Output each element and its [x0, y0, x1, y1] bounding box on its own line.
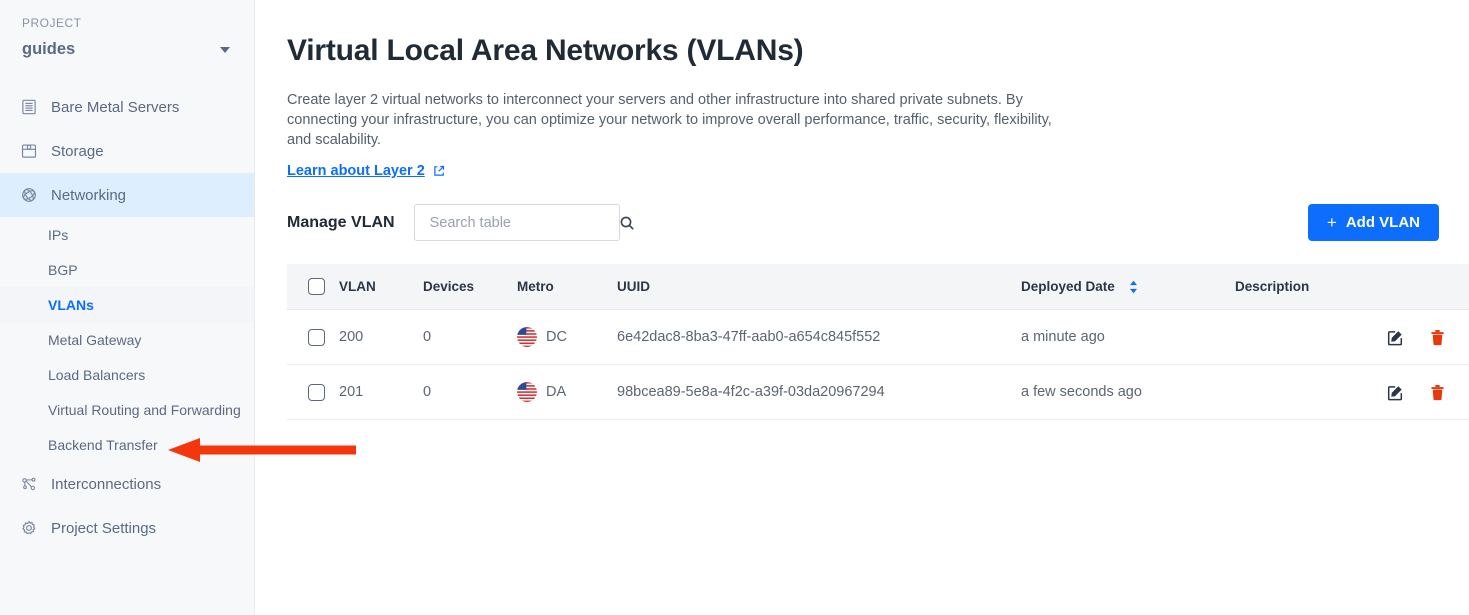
cell-vlan: 201: [339, 364, 423, 420]
row-select-cell: [287, 364, 339, 420]
table-row[interactable]: 200 0 DC 6e42dac8-8ba3-47ff-aab0-a654c84…: [287, 309, 1469, 365]
column-header-devices[interactable]: Devices: [423, 264, 517, 310]
column-header-actions: [1383, 264, 1469, 310]
cell-deployed-date: a minute ago: [1021, 309, 1235, 365]
sidebar-subitem-label: IPs: [48, 226, 69, 243]
sidebar-nav: Bare Metal Servers Storage Networking IP…: [0, 85, 254, 550]
cell-metro: DC: [517, 309, 617, 365]
cell-devices: 0: [423, 309, 517, 365]
sidebar-subitem-label: BGP: [48, 261, 78, 278]
sidebar-subitem-label: Load Balancers: [48, 366, 146, 383]
gear-icon: [19, 519, 38, 538]
interconnections-icon: [19, 475, 38, 494]
globe-icon: [19, 186, 38, 205]
page-description: Create layer 2 virtual networks to inter…: [287, 92, 1052, 148]
cell-uuid: 98bcea89-5e8a-4f2c-a39f-03da20967294: [617, 364, 1021, 420]
sidebar-subitem-label: Backend Transfer: [48, 436, 158, 453]
sidebar-item-backend-transfer[interactable]: Backend Transfer: [0, 427, 254, 462]
cell-devices: 0: [423, 364, 517, 420]
learn-link-label: Learn about Layer 2: [287, 163, 425, 179]
sidebar-item-label: Storage: [51, 142, 104, 160]
cell-actions: [1383, 309, 1469, 365]
column-header-metro[interactable]: Metro: [517, 264, 617, 310]
column-header-description[interactable]: Description: [1235, 264, 1383, 310]
sidebar-item-label: Interconnections: [51, 475, 162, 493]
page-title: Virtual Local Area Networks (VLANs): [287, 34, 804, 67]
table-row[interactable]: 201 0 DA 98bcea89-5e8a-4f2c-a39f-03da209…: [287, 364, 1469, 420]
row-checkbox[interactable]: [308, 383, 325, 401]
sidebar-item-interconnections[interactable]: Interconnections: [0, 462, 254, 506]
sort-arrows-icon[interactable]: [1128, 280, 1139, 294]
search-input[interactable]: [427, 213, 619, 232]
sidebar-item-bare-metal-servers[interactable]: Bare Metal Servers: [0, 85, 254, 129]
cell-description: [1235, 364, 1383, 420]
table-toolbar: Manage VLAN + Add VLAN: [287, 204, 1439, 241]
project-selector[interactable]: guides: [0, 30, 254, 59]
row-checkbox[interactable]: [308, 328, 325, 346]
sidebar-subitem-label: Virtual Routing and Forwarding: [48, 401, 241, 418]
add-vlan-button[interactable]: + Add VLAN: [1307, 204, 1439, 241]
column-header-uuid[interactable]: UUID: [617, 264, 1021, 310]
project-label: PROJECT: [22, 16, 82, 30]
cell-metro-label: DA: [546, 384, 567, 400]
edit-icon[interactable]: [1387, 329, 1404, 346]
main-content: Virtual Local Area Networks (VLANs) Crea…: [255, 0, 1469, 615]
add-vlan-label: Add VLAN: [1345, 214, 1420, 231]
search-icon[interactable]: [619, 215, 635, 231]
chevron-down-icon: [220, 46, 230, 53]
us-flag-icon: [517, 327, 537, 347]
search-box[interactable]: [413, 204, 634, 241]
cell-metro: DA: [517, 364, 617, 420]
edit-icon[interactable]: [1387, 384, 1404, 401]
sidebar-item-metal-gateway[interactable]: Metal Gateway: [0, 322, 254, 357]
plus-icon: +: [1326, 213, 1337, 232]
cell-actions: [1383, 364, 1469, 420]
sidebar-item-networking[interactable]: Networking: [0, 173, 254, 217]
sidebar-item-bgp[interactable]: BGP: [0, 252, 254, 287]
sidebar-item-virtual-routing-and-forwarding[interactable]: Virtual Routing and Forwarding: [0, 392, 254, 427]
project-name: guides: [22, 40, 76, 58]
row-select-cell: [287, 309, 339, 365]
column-header-vlan[interactable]: VLAN: [339, 264, 423, 310]
cell-description: [1235, 309, 1383, 365]
delete-icon[interactable]: [1430, 384, 1445, 401]
sidebar-item-ips[interactable]: IPs: [0, 217, 254, 252]
delete-icon[interactable]: [1430, 329, 1445, 346]
us-flag-icon: [517, 382, 537, 402]
server-icon: [19, 98, 38, 117]
column-header-deployed-date-label: Deployed Date: [1021, 278, 1115, 294]
select-all-header: [287, 264, 339, 310]
sidebar-item-label: Bare Metal Servers: [51, 98, 180, 116]
sidebar-item-load-balancers[interactable]: Load Balancers: [0, 357, 254, 392]
sidebar-item-label: Project Settings: [51, 519, 157, 537]
sidebar-item-label: Networking: [51, 186, 127, 204]
select-all-checkbox[interactable]: [308, 278, 325, 295]
external-link-icon: [434, 165, 444, 176]
sidebar: PROJECT guides Bare Metal Servers Storag…: [0, 0, 255, 615]
sidebar-item-storage[interactable]: Storage: [0, 129, 254, 173]
sidebar-item-project-settings[interactable]: Project Settings: [0, 506, 254, 550]
cell-deployed-date: a few seconds ago: [1021, 364, 1235, 420]
manage-vlan-label: Manage VLAN: [287, 213, 395, 231]
cell-vlan: 200: [339, 309, 423, 365]
sidebar-subitem-label: VLANs: [48, 296, 94, 313]
table-header-row: VLAN Devices Metro UUID Deployed Date De…: [287, 264, 1469, 310]
cell-metro-label: DC: [546, 329, 567, 345]
learn-about-layer-2-link[interactable]: Learn about Layer 2: [287, 163, 446, 179]
sidebar-item-vlans[interactable]: VLANs: [0, 287, 254, 322]
vlans-page: PROJECT guides Bare Metal Servers Storag…: [0, 0, 1469, 615]
sidebar-subitem-label: Metal Gateway: [48, 331, 142, 348]
vlans-table: VLAN Devices Metro UUID Deployed Date De…: [287, 264, 1469, 420]
cell-uuid: 6e42dac8-8ba3-47ff-aab0-a654c845f552: [617, 309, 1021, 365]
storage-icon: [19, 142, 38, 161]
column-header-deployed-date[interactable]: Deployed Date: [1021, 264, 1235, 310]
